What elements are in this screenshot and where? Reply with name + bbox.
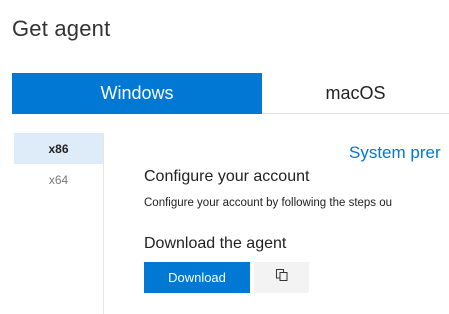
architecture-list: x86 x64: [14, 133, 104, 314]
system-prerequisites-link[interactable]: System prer: [349, 143, 441, 163]
tab-windows[interactable]: Windows: [12, 73, 262, 114]
configure-account-heading: Configure your account: [144, 168, 310, 185]
tab-macos[interactable]: macOS: [262, 73, 449, 114]
os-tabs: Windows macOS: [12, 73, 449, 114]
get-agent-panel: Get agent Windows macOS x86 x64 System p…: [0, 0, 449, 314]
page-title: Get agent: [12, 16, 111, 41]
arch-item-x64[interactable]: x64: [14, 164, 103, 195]
download-button[interactable]: Download: [144, 262, 250, 293]
copy-url-button[interactable]: [254, 262, 309, 293]
configure-account-description: Configure your account by following the …: [144, 197, 393, 209]
download-agent-heading: Download the agent: [144, 235, 287, 252]
copy-icon: [275, 268, 289, 287]
arch-item-x86[interactable]: x86: [14, 133, 103, 164]
